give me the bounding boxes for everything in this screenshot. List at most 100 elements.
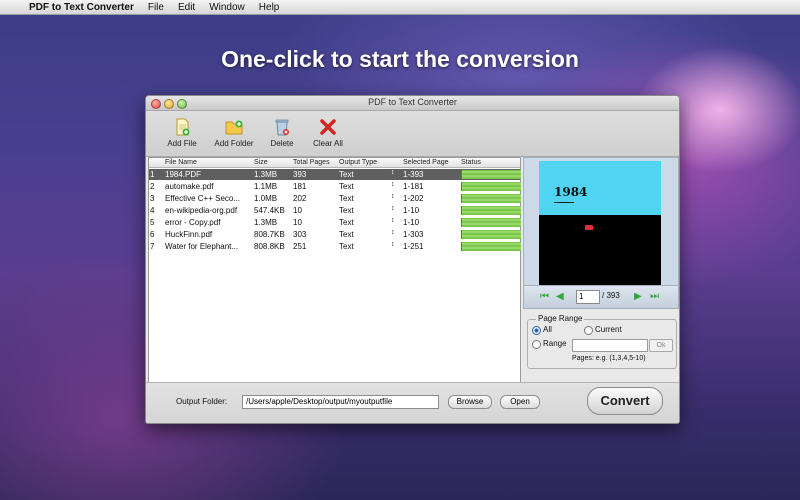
output-type-stepper-icon[interactable]: ↕	[391, 217, 397, 224]
add-file-button[interactable]: Add File	[156, 117, 208, 148]
radio-all[interactable]	[532, 326, 541, 335]
open-button[interactable]: Open	[500, 395, 540, 409]
convert-button[interactable]: Convert	[587, 387, 663, 415]
output-type-cell: Text	[339, 170, 354, 179]
size-cell: 1.3MB	[254, 170, 278, 179]
status-progress-bar	[461, 230, 521, 239]
output-type-stepper-icon[interactable]: ↕	[391, 193, 397, 200]
add-folder-icon	[225, 120, 243, 135]
col-selected-page[interactable]: Selected Page	[403, 159, 449, 166]
col-total-pages[interactable]: Total Pages	[293, 159, 330, 166]
cover-title: 1984	[554, 185, 588, 199]
row-number: 1	[150, 170, 155, 179]
table-row[interactable]: 2 automake.pdf 1.1MB 181 Text 1-181 ↕	[149, 181, 521, 192]
total-pages-cell: 303	[293, 230, 307, 239]
row-number: 3	[150, 194, 155, 203]
output-folder-field[interactable]: /Users/apple/Desktop/output/myoutputfile	[242, 395, 439, 409]
selected-page-cell: 1-202	[403, 194, 424, 203]
table-row[interactable]: 3 Effective C++ Seco... 1.0MB 202 Text 1-202 ↕	[149, 193, 521, 204]
range-input[interactable]	[572, 339, 648, 352]
range-hint: Pages: e.g. (1,3,4,5-10)	[572, 355, 646, 362]
add-folder-button[interactable]: Add Folder	[208, 117, 260, 148]
page-range-legend: Page Range	[536, 314, 585, 323]
output-type-stepper-icon[interactable]: ↕	[391, 229, 397, 236]
promo-headline: One-click to start the conversion	[221, 46, 579, 72]
add-file-label: Add File	[167, 139, 197, 148]
table-row[interactable]: 6 HuckFinn.pdf 808.7KB 303 Text 1-303 ↕	[149, 229, 521, 240]
menu-window[interactable]: Window	[202, 2, 252, 13]
file-name-cell: HuckFinn.pdf	[165, 230, 213, 239]
table-row[interactable]: 4 en-wikipedia-org.pdf 547.4KB 10 Text 1-10 ↕	[149, 205, 521, 216]
size-cell: 1.1MB	[254, 182, 278, 191]
trash-icon	[275, 119, 289, 136]
radio-all-label[interactable]: All	[543, 325, 552, 334]
selected-page-cell: 1-303	[403, 230, 424, 239]
last-page-icon[interactable]: ⏭	[650, 291, 659, 302]
output-type-stepper-icon[interactable]: ↕	[391, 241, 397, 248]
file-name-cell: en-wikipedia-org.pdf	[165, 206, 238, 215]
file-name-cell: Effective C++ Seco...	[165, 194, 241, 203]
output-type-cell: Text	[339, 194, 354, 203]
output-type-cell: Text	[339, 242, 354, 251]
total-pages-cell: 202	[293, 194, 307, 203]
next-page-icon[interactable]: ▶	[634, 291, 642, 302]
total-pages-cell: 181	[293, 182, 307, 191]
output-type-stepper-icon[interactable]: ↕	[391, 181, 397, 188]
menu-help[interactable]: Help	[252, 2, 287, 13]
range-ok-button[interactable]: Ok	[649, 339, 673, 352]
selected-page-cell: 1-10	[403, 218, 420, 227]
col-status[interactable]: Status	[461, 159, 481, 166]
size-cell: 547.4KB	[254, 206, 285, 215]
col-output-type[interactable]: Output Type	[339, 159, 377, 166]
total-pages-cell: 251	[293, 242, 307, 251]
output-folder-label: Output Folder:	[176, 397, 228, 406]
total-pages-cell: 10	[293, 218, 302, 227]
status-progress-bar	[461, 242, 521, 251]
delete-button[interactable]: Delete	[256, 117, 308, 148]
radio-current-label[interactable]: Current	[595, 325, 622, 334]
clear-all-button[interactable]: Clear All	[302, 117, 354, 148]
bottom-bar: Output Folder: /Users/apple/Desktop/outp…	[146, 382, 679, 423]
output-type-cell: Text	[339, 182, 354, 191]
col-file-name[interactable]: File Name	[165, 159, 197, 166]
table-row[interactable]: 1 1984.PDF 1.3MB 393 Text 1-393 ↕	[149, 169, 521, 180]
menu-bar: PDF to Text Converter File Edit Window H…	[0, 0, 800, 15]
menu-app-name[interactable]: PDF to Text Converter	[22, 2, 141, 13]
first-page-icon[interactable]: ⏮	[540, 291, 549, 302]
output-type-cell: Text	[339, 206, 354, 215]
table-row[interactable]: 7 Water for Elephant... 808.8KB 251 Text 1-25…	[149, 241, 521, 252]
size-cell: 1.3MB	[254, 218, 278, 227]
output-type-cell: Text	[339, 230, 354, 239]
menu-edit[interactable]: Edit	[171, 2, 202, 13]
file-name-cell: 1984.PDF	[165, 170, 202, 179]
radio-current[interactable]	[584, 326, 593, 335]
prev-page-icon[interactable]: ◀	[556, 291, 564, 302]
status-progress-bar	[461, 182, 521, 191]
window-title: PDF to Text Converter	[368, 97, 457, 107]
clear-all-label: Clear All	[313, 139, 343, 148]
title-bar: PDF to Text Converter	[146, 96, 679, 111]
output-type-stepper-icon[interactable]: ↕	[391, 205, 397, 212]
status-progress-bar	[461, 194, 521, 203]
table-row[interactable]: 5 error - Copy.pdf 1.3MB 10 Text 1-10 ↕	[149, 217, 521, 228]
col-size[interactable]: Size	[254, 159, 268, 166]
file-name-cell: automake.pdf	[165, 182, 214, 191]
total-pages-cell: 393	[293, 170, 307, 179]
row-number: 5	[150, 218, 155, 227]
menu-file[interactable]: File	[141, 2, 171, 13]
size-cell: 808.7KB	[254, 230, 285, 239]
radio-range-label[interactable]: Range	[543, 339, 567, 348]
browse-button[interactable]: Browse	[448, 395, 492, 409]
output-type-stepper-icon[interactable]: ↕	[391, 169, 397, 176]
selected-page-cell: 1-393	[403, 170, 424, 179]
cover-rule	[554, 202, 574, 203]
app-window: PDF to Text Converter Add File Add Folde…	[145, 95, 680, 424]
file-table: File Name Size Total Pages Output Type S…	[148, 157, 521, 383]
page-number-input[interactable]: 1	[576, 290, 600, 304]
total-pages-cell: 10	[293, 206, 302, 215]
size-cell: 1.0MB	[254, 194, 278, 203]
preview-page: 1984	[539, 161, 661, 285]
radio-range[interactable]	[532, 340, 541, 349]
add-folder-label: Add Folder	[214, 139, 254, 148]
delete-label: Delete	[270, 139, 294, 148]
